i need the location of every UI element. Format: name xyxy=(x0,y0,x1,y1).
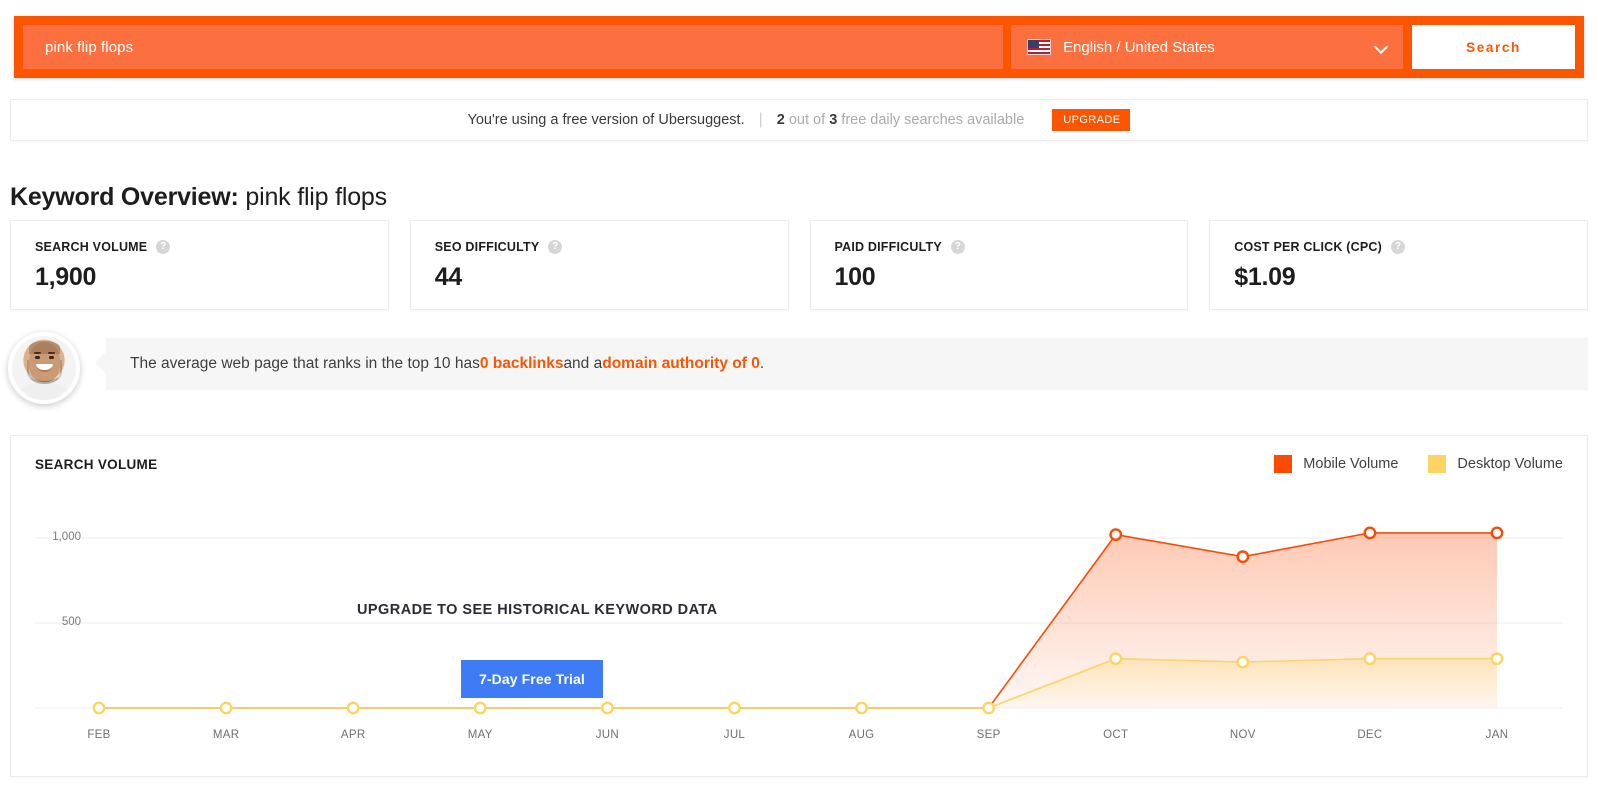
x-axis-tick: FEB xyxy=(87,729,111,741)
metric-label: SEARCH VOLUME ? xyxy=(35,240,364,254)
us-flag-icon xyxy=(1027,39,1051,55)
x-axis-tick: APR xyxy=(340,729,366,741)
chart-data-point xyxy=(1236,655,1250,669)
chart-data-point xyxy=(855,701,868,715)
legend-item-mobile[interactable]: Mobile Volume xyxy=(1274,455,1398,473)
keyword-overview-page: English / United States Search You're us… xyxy=(0,0,1598,789)
notice-suffix: free daily searches available xyxy=(837,112,1025,128)
tip-part2: and a xyxy=(563,355,603,372)
y-axis-tick: 500 xyxy=(61,616,81,628)
tip-part1: The average web page that ranks in the t… xyxy=(130,355,480,372)
tip-highlight-authority: domain authority of 0 xyxy=(602,355,760,372)
help-icon[interactable]: ? xyxy=(156,240,171,254)
language-select[interactable]: English / United States xyxy=(1011,25,1403,69)
x-axis-tick: MAR xyxy=(212,729,240,741)
notice-text: You're using a free version of Ubersugge… xyxy=(467,112,745,128)
tip-row: The average web page that ranks in the t… xyxy=(8,332,1588,404)
metric-value: 100 xyxy=(834,263,876,291)
metric-label-text: SEO DIFFICULTY xyxy=(434,240,540,254)
page-title: Keyword Overview: pink flip flops xyxy=(10,183,387,212)
metric-label-text: SEARCH VOLUME xyxy=(35,240,148,254)
metric-value: $1.09 xyxy=(1234,263,1296,291)
search-bar: English / United States Search xyxy=(14,16,1584,78)
y-axis-tick: 1,000 xyxy=(52,531,81,543)
chart-plot-area: 500 1,000 FEB MAR APR MAY JUN JUL AUG SEP OCT NOV D… xyxy=(11,492,1587,778)
upgrade-button[interactable]: UPGRADE xyxy=(1052,109,1131,131)
chart-title: SEARCH VOLUME xyxy=(35,456,158,472)
chart-data-point xyxy=(1109,652,1123,666)
legend-label-mobile: Mobile Volume xyxy=(1303,456,1399,472)
notice-separator: | xyxy=(758,111,763,128)
chart-data-point xyxy=(1490,652,1504,666)
chart-data-point xyxy=(600,701,614,715)
search-input[interactable] xyxy=(43,37,983,57)
x-axis-tick: OCT xyxy=(1103,729,1129,741)
help-icon[interactable]: ? xyxy=(548,240,563,254)
notice-middle: out of xyxy=(784,112,830,128)
chart-upgrade-overlay-title: UPGRADE TO SEE HISTORICAL KEYWORD DATA xyxy=(357,602,718,618)
chart-data-point xyxy=(728,701,741,715)
chart-legend: Mobile Volume Desktop Volume xyxy=(1274,455,1563,473)
metric-label-text: COST PER CLICK (CPC) xyxy=(1234,240,1382,254)
legend-swatch-desktop xyxy=(1428,455,1447,473)
chevron-down-icon xyxy=(1375,41,1387,53)
help-icon[interactable]: ? xyxy=(1391,240,1405,254)
page-title-keyword: pink flip flops xyxy=(245,182,387,211)
chart-data-point xyxy=(473,701,487,715)
metric-label-text: PAID DIFFICULTY xyxy=(834,240,942,254)
metric-label: PAID DIFFICULTY ? xyxy=(835,240,1164,254)
x-axis-tick: DEC xyxy=(1357,729,1383,741)
help-icon[interactable]: ? xyxy=(950,240,965,254)
x-axis-tick: JUN xyxy=(595,729,619,741)
searches-used: 2 xyxy=(776,112,785,128)
chart-data-point xyxy=(982,701,996,715)
search-volume-chart-panel: SEARCH VOLUME Mobile Volume Desktop Volu… xyxy=(10,435,1588,777)
chart-data-point xyxy=(1363,526,1377,540)
tip-part3: . xyxy=(759,355,765,372)
metric-card-search-volume: SEARCH VOLUME ? 1,900 xyxy=(10,220,389,310)
avatar xyxy=(8,332,80,404)
chart-data-point xyxy=(219,701,233,715)
metric-card-seo-difficulty: SEO DIFFICULTY ? 44 xyxy=(409,220,789,310)
page-title-prefix: Keyword Overview: xyxy=(10,182,239,211)
free-trial-button[interactable]: 7-Day Free Trial xyxy=(461,660,603,698)
search-button[interactable]: Search xyxy=(1412,25,1575,69)
metric-cards: SEARCH VOLUME ? 1,900 SEO DIFFICULTY ? 4… xyxy=(10,220,1588,310)
x-axis-tick: JAN xyxy=(1485,729,1509,741)
x-axis-tick: NOV xyxy=(1229,729,1256,741)
free-version-notice: You're using a free version of Ubersugge… xyxy=(10,99,1588,141)
metric-card-paid-difficulty: PAID DIFFICULTY ? 100 xyxy=(809,220,1189,310)
tip-message: The average web page that ranks in the t… xyxy=(95,338,1588,390)
tip-highlight-backlinks: 0 backlinks xyxy=(479,355,564,372)
chart-header: SEARCH VOLUME Mobile Volume Desktop Volu… xyxy=(11,436,1587,492)
metric-label: SEO DIFFICULTY ? xyxy=(435,240,764,254)
x-axis-tick: MAY xyxy=(467,729,493,741)
language-label: English / United States xyxy=(1063,38,1215,56)
chart-data-point xyxy=(1109,528,1123,541)
daily-search-count: 2 out of 3 free daily searches available xyxy=(777,112,1025,128)
metric-label: COST PER CLICK (CPC) ? xyxy=(1234,240,1563,254)
metric-value: 44 xyxy=(434,263,463,291)
chart-data-point xyxy=(1490,526,1504,540)
chart-data-point xyxy=(1236,550,1250,564)
chart-data-point xyxy=(92,701,106,715)
legend-label-desktop: Desktop Volume xyxy=(1457,456,1563,472)
legend-swatch-mobile xyxy=(1274,455,1293,473)
legend-item-desktop[interactable]: Desktop Volume xyxy=(1428,455,1563,473)
x-axis-tick: JUL xyxy=(723,729,746,741)
metric-value: 1,900 xyxy=(35,263,97,291)
search-input-container[interactable] xyxy=(23,25,1003,69)
x-axis-tick: SEP xyxy=(976,729,1001,741)
x-axis-tick: AUG xyxy=(848,729,875,741)
chart-data-point xyxy=(1363,652,1377,666)
metric-card-cost-per-click: COST PER CLICK (CPC) ? $1.09 xyxy=(1209,220,1588,310)
chart-data-point xyxy=(346,701,360,715)
